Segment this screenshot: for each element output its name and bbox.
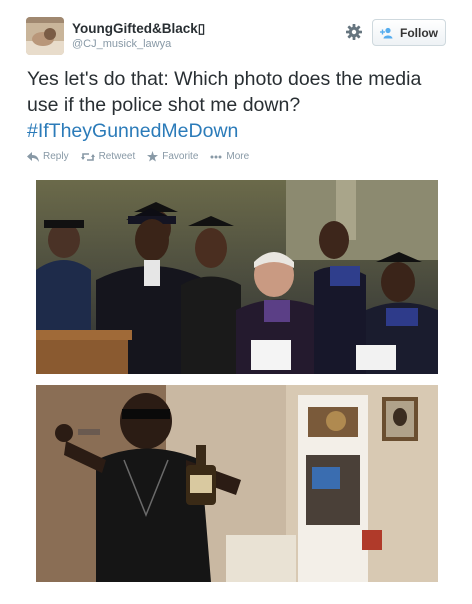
display-name[interactable]: YoungGifted&Black▯ bbox=[72, 21, 205, 37]
follow-button[interactable]: Follow bbox=[372, 19, 446, 46]
tweet-actions: Reply Retweet Favorite More bbox=[27, 151, 249, 162]
add-person-icon bbox=[380, 27, 394, 39]
reply-icon bbox=[27, 151, 39, 162]
favorite-action[interactable]: Favorite bbox=[147, 151, 198, 162]
reply-label: Reply bbox=[43, 151, 69, 162]
favorite-label: Favorite bbox=[162, 151, 199, 162]
avatar[interactable] bbox=[26, 17, 64, 55]
tweet-body: Yes let's do that: Which photo does the … bbox=[27, 68, 422, 116]
reply-action[interactable]: Reply bbox=[27, 151, 69, 162]
retweet-action[interactable]: Retweet bbox=[80, 151, 136, 162]
retweet-label: Retweet bbox=[98, 151, 136, 162]
gear-icon[interactable] bbox=[345, 23, 363, 41]
more-dots-icon bbox=[210, 155, 222, 158]
tweet-text: Yes let's do that: Which photo does the … bbox=[27, 66, 447, 144]
retweet-icon bbox=[80, 152, 95, 161]
party-photo[interactable] bbox=[36, 385, 438, 582]
star-icon bbox=[147, 151, 159, 162]
follow-label: Follow bbox=[400, 25, 438, 40]
graduation-photo[interactable] bbox=[36, 180, 438, 374]
user-handle[interactable]: @CJ_musick_lawya bbox=[72, 38, 171, 50]
hashtag-link[interactable]: #IfTheyGunnedMeDown bbox=[27, 120, 238, 142]
tweet-card: YoungGifted&Black▯ @CJ_musick_lawya Foll… bbox=[0, 0, 472, 604]
more-label: More bbox=[226, 151, 250, 162]
more-action[interactable]: More bbox=[210, 151, 249, 162]
